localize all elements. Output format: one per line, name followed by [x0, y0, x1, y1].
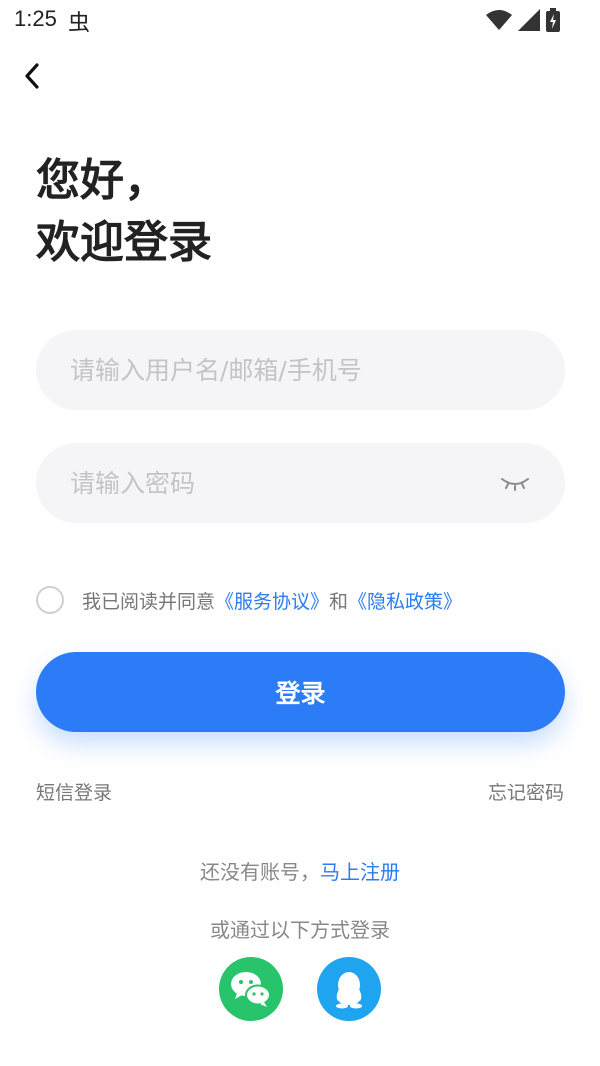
- register-prefix: 还没有账号，: [200, 860, 320, 884]
- other-login-label: 或通过以下方式登录: [210, 918, 390, 942]
- agreement-prefix: 我已阅读并同意: [82, 590, 216, 613]
- chevron-left-icon: [25, 63, 39, 89]
- forgot-password-link[interactable]: 忘记密码: [488, 778, 564, 805]
- greeting-line-2: 欢迎登录: [36, 217, 212, 268]
- social-login-row: [0, 957, 600, 1021]
- greeting-heading: 您好， 欢迎登录: [36, 150, 212, 274]
- battery-icon: [546, 8, 560, 32]
- status-time: 1:25: [14, 6, 57, 31]
- username-input[interactable]: [68, 354, 533, 386]
- privacy-policy-link[interactable]: 《隐私政策》: [348, 587, 462, 614]
- wifi-icon: [486, 10, 512, 30]
- back-button[interactable]: [16, 60, 48, 92]
- qq-login-button[interactable]: [317, 957, 381, 1021]
- agreement-row: 我已阅读并同意 《服务协议》 和 《隐私政策》: [36, 586, 462, 614]
- password-input[interactable]: [68, 467, 489, 499]
- signal-icon: [518, 9, 540, 31]
- debug-bug-icon: 虫: [68, 11, 91, 36]
- qq-icon: [336, 972, 362, 1009]
- wechat-icon: [231, 972, 271, 1007]
- eye-closed-icon: [501, 478, 529, 491]
- service-agreement-link[interactable]: 《服务协议》: [215, 587, 329, 614]
- username-field-wrapper: [36, 330, 565, 410]
- agreement-checkbox[interactable]: [36, 586, 64, 614]
- register-link[interactable]: 马上注册: [320, 860, 400, 884]
- agreement-and: 和: [329, 590, 349, 613]
- status-bar: 1:25 虫: [0, 0, 600, 40]
- sms-login-link[interactable]: 短信登录: [36, 778, 112, 805]
- register-row: 还没有账号，马上注册: [0, 856, 600, 885]
- status-icons: [486, 8, 560, 32]
- login-button[interactable]: 登录: [36, 652, 565, 732]
- password-visibility-toggle[interactable]: [497, 465, 533, 501]
- login-page: 1:25 虫 您好， 欢迎登录 请输入用户名/邮箱/手机号 我已阅读并同意 《服…: [0, 0, 600, 1066]
- password-field-wrapper: [36, 443, 565, 523]
- greeting-line-1: 您好，: [36, 155, 168, 206]
- wechat-login-button[interactable]: [219, 957, 283, 1021]
